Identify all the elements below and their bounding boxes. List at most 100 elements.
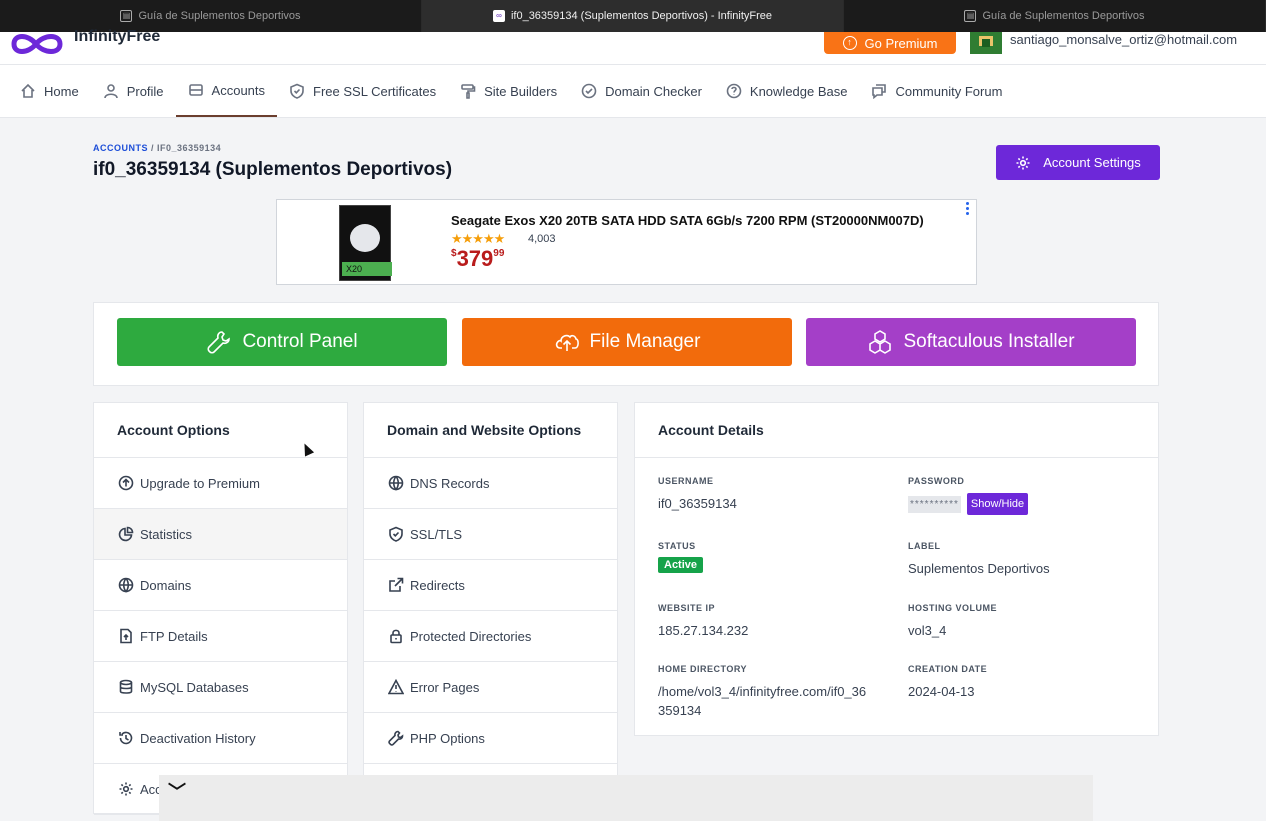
database-icon bbox=[119, 679, 133, 694]
option-ftp-details[interactable]: FTP Details bbox=[94, 611, 347, 662]
option-upgrade-to-premium[interactable]: Upgrade to Premium bbox=[94, 458, 347, 509]
option-label: Deactivation History bbox=[140, 730, 256, 746]
home-icon bbox=[21, 83, 35, 98]
nav-item-domain-checker[interactable]: Domain Checker bbox=[569, 65, 714, 117]
pie-chart-icon bbox=[118, 526, 134, 542]
option-dns-records[interactable]: DNS Records bbox=[364, 458, 617, 509]
option-label: Redirects bbox=[410, 577, 465, 593]
website-ip-field: WEBSITE IP 185.27.134.232 bbox=[658, 603, 748, 640]
rating-count: 4,003 bbox=[528, 233, 556, 245]
history-icon bbox=[119, 731, 133, 745]
option-redirects[interactable]: Redirects bbox=[364, 560, 617, 611]
price-whole: 379 bbox=[456, 246, 494, 271]
ad-options-menu-icon[interactable] bbox=[966, 202, 970, 215]
advertisement-banner[interactable]: Seagate Exos X20 20TB SATA HDD SATA 6Gb/… bbox=[276, 199, 977, 285]
action-panel: Control Panel File Manager Softaculous I… bbox=[93, 302, 1159, 386]
price-cents: 99 bbox=[493, 248, 505, 259]
home-directory-label: HOME DIRECTORY bbox=[658, 664, 748, 674]
chevron-down-icon[interactable]: ﹀ bbox=[168, 778, 186, 804]
softaculous-installer-button[interactable]: Softaculous Installer bbox=[806, 318, 1136, 366]
wrench-icon bbox=[207, 331, 231, 354]
option-label: Upgrade to Premium bbox=[140, 475, 260, 491]
account-details-heading: Account Details bbox=[635, 403, 1158, 458]
top-header: InfinityFree ↑ Go Premium santiago_monsa… bbox=[0, 28, 1266, 64]
option-error-pages[interactable]: Error Pages bbox=[364, 662, 617, 713]
question-circle-icon bbox=[726, 83, 742, 99]
browser-tab-active[interactable]: ∞ if0_36359134 (Suplementos Deportivos) … bbox=[422, 0, 844, 32]
arrow-up-circle-icon: ↑ bbox=[842, 36, 857, 50]
nav-label: Domain Checker bbox=[605, 83, 702, 99]
hosting-volume-value: vol3_4 bbox=[908, 623, 947, 638]
option-label: Domains bbox=[140, 577, 192, 593]
nav-label: Profile bbox=[126, 83, 164, 99]
username-field: USERNAME if0_36359134 bbox=[658, 476, 737, 513]
infinity-icon: ∞ bbox=[492, 10, 505, 22]
main-nav: Home Profile Accounts Free SSL Certifica… bbox=[0, 64, 1266, 118]
website-ip-value: 185.27.134.232 bbox=[658, 623, 749, 638]
avatar[interactable] bbox=[970, 32, 1002, 54]
option-label: Protected Directories bbox=[410, 628, 532, 644]
nav-label: Site Builders bbox=[484, 83, 558, 99]
option-label: DNS Records bbox=[410, 475, 490, 491]
username-label: USERNAME bbox=[658, 476, 714, 486]
file-manager-label: File Manager bbox=[589, 331, 701, 352]
page-icon: ▤ bbox=[120, 10, 133, 22]
infinity-logo-icon bbox=[11, 34, 63, 54]
nav-item-site-builders[interactable]: Site Builders bbox=[448, 65, 569, 117]
arrow-up-circle-icon bbox=[118, 475, 134, 491]
chat-icon bbox=[872, 84, 887, 99]
option-label: Statistics bbox=[140, 526, 193, 542]
password-label: PASSWORD bbox=[908, 476, 965, 486]
breadcrumb: ACCOUNTS / IF0_36359134 bbox=[93, 143, 221, 153]
nav-label: Accounts bbox=[211, 82, 266, 98]
user-icon bbox=[103, 84, 118, 99]
option-label: PHP Options bbox=[410, 730, 485, 746]
softaculous-label: Softaculous Installer bbox=[903, 331, 1075, 352]
check-circle-icon bbox=[581, 83, 597, 99]
home-directory-line: /home/vol3_4/infinityfree.com/if0_36 bbox=[658, 684, 867, 699]
password-value: ********** bbox=[908, 495, 961, 513]
option-domains[interactable]: Domains bbox=[94, 560, 347, 611]
domain-options-heading: Domain and Website Options bbox=[364, 403, 617, 458]
password-field: PASSWORD ********** Show/Hide bbox=[908, 476, 1029, 515]
ad-price: $37999 bbox=[451, 246, 504, 272]
control-panel-button[interactable]: Control Panel bbox=[117, 318, 447, 366]
user-email[interactable]: santiago_monsalve_ortiz@hotmail.com bbox=[1010, 32, 1237, 47]
breadcrumb-separator: / bbox=[151, 143, 155, 153]
nav-item-community-forum[interactable]: Community Forum bbox=[859, 65, 1014, 117]
file-manager-button[interactable]: File Manager bbox=[462, 318, 792, 366]
nav-item-accounts[interactable]: Accounts bbox=[175, 65, 278, 117]
brand-logo[interactable]: InfinityFree bbox=[6, 26, 160, 56]
tab-label: if0_36359134 (Suplementos Deportivos) - … bbox=[510, 10, 773, 22]
page-icon: ▤ bbox=[964, 10, 977, 22]
option-mysql-databases[interactable]: MySQL Databases bbox=[94, 662, 347, 713]
option-statistics[interactable]: Statistics bbox=[94, 509, 347, 560]
bottom-overlay-bar[interactable] bbox=[159, 775, 1093, 821]
option-ssl-tls[interactable]: SSL/TLS bbox=[364, 509, 617, 560]
nav-label: Community Forum bbox=[895, 83, 1003, 99]
username-value: if0_36359134 bbox=[658, 496, 737, 511]
account-settings-button[interactable]: Account Settings bbox=[996, 145, 1160, 180]
go-premium-button[interactable]: ↑ Go Premium bbox=[824, 32, 956, 54]
option-deactivation-history[interactable]: Deactivation History bbox=[94, 713, 347, 764]
hosting-volume-field: HOSTING VOLUME vol3_4 bbox=[908, 603, 997, 640]
gear-icon bbox=[119, 782, 133, 796]
show-hide-password-button[interactable]: Show/Hide bbox=[966, 493, 1029, 515]
product-image[interactable] bbox=[339, 205, 392, 281]
home-directory-line: 359134 bbox=[658, 703, 702, 718]
option-php-options[interactable]: PHP Options bbox=[364, 713, 617, 764]
nav-item-home[interactable]: Home bbox=[8, 65, 91, 117]
creation-date-value: 2024-04-13 bbox=[908, 684, 975, 699]
breadcrumb-accounts-link[interactable]: ACCOUNTS bbox=[93, 143, 148, 153]
domain-options-card: Domain and Website Options DNS Records S… bbox=[363, 402, 618, 814]
nav-item-profile[interactable]: Profile bbox=[91, 65, 176, 117]
account-options-card: Account Options Upgrade to Premium Stati… bbox=[93, 402, 348, 815]
warning-icon bbox=[388, 679, 404, 695]
cloud-upload-icon bbox=[555, 334, 579, 351]
option-protected-directories[interactable]: Protected Directories bbox=[364, 611, 617, 662]
nav-item-knowledge-base[interactable]: Knowledge Base bbox=[714, 65, 860, 117]
external-link-icon bbox=[389, 577, 404, 592]
ad-product-title[interactable]: Seagate Exos X20 20TB SATA HDD SATA 6Gb/… bbox=[451, 213, 924, 228]
browser-tab[interactable]: ▤ Guía de Suplementos Deportivos bbox=[844, 0, 1266, 32]
nav-item-free-ssl[interactable]: Free SSL Certificates bbox=[277, 65, 448, 117]
